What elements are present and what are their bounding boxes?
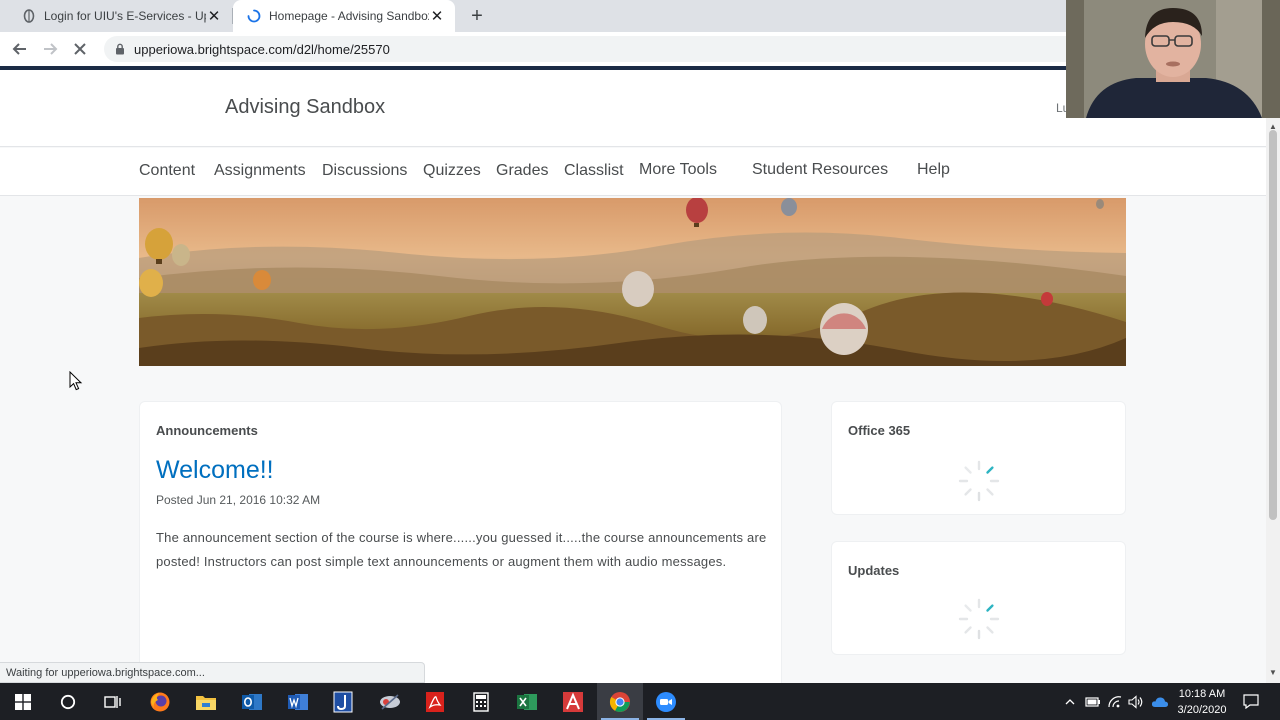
- balloon: [820, 303, 868, 355]
- balloon: [253, 270, 271, 290]
- clock-time: 10:18 AM: [1178, 688, 1226, 700]
- nav-item-grades[interactable]: Grades: [496, 162, 548, 180]
- course-banner-image: [139, 198, 1126, 366]
- balloon: [622, 271, 654, 307]
- loading-spinner-icon: [958, 598, 1000, 640]
- snipping-tool-icon[interactable]: [367, 683, 413, 720]
- lock-icon: [116, 43, 124, 55]
- back-arrow-icon[interactable]: [8, 37, 32, 61]
- forward-arrow-icon[interactable]: [38, 37, 62, 61]
- webcam-overlay-image: [1066, 0, 1280, 118]
- outlook-icon[interactable]: [229, 683, 275, 720]
- balloon: [743, 306, 767, 334]
- page-favicon-icon: [23, 9, 35, 23]
- office365-widget: Office 365: [831, 401, 1126, 515]
- scroll-down-arrow-icon[interactable]: ▼: [1269, 668, 1277, 677]
- cortana-search-icon[interactable]: [45, 683, 91, 720]
- course-title[interactable]: Advising Sandbox: [225, 96, 385, 119]
- wifi-icon[interactable]: [1106, 683, 1124, 720]
- nav-item-student-resources[interactable]: Student Resources: [752, 161, 888, 179]
- show-hidden-icons-chevron-icon[interactable]: [1062, 683, 1078, 720]
- balloon: [781, 198, 797, 216]
- onedrive-cloud-icon[interactable]: [1150, 683, 1170, 720]
- balloon: [139, 269, 163, 297]
- firefox-icon[interactable]: [137, 683, 183, 720]
- close-tab-icon[interactable]: ✕: [206, 8, 222, 25]
- nav-item-classlist[interactable]: Classlist: [564, 162, 624, 180]
- clock-date: 3/20/2020: [1177, 704, 1227, 716]
- loading-spinner-icon: [958, 460, 1000, 502]
- windows-start-icon[interactable]: [0, 683, 46, 720]
- action-center-notification-icon[interactable]: [1239, 683, 1263, 720]
- course-navbar: Content Assignments Discussions Quizzes …: [0, 148, 1266, 196]
- office365-title: Office 365: [848, 423, 911, 438]
- tab-title: Login for UIU's E-Services - Uppe: [44, 9, 206, 23]
- browser-status-bar: Waiting for upperiowa.brightspace.com...: [0, 662, 425, 683]
- balloon: [1096, 199, 1104, 209]
- balloon: [172, 244, 190, 266]
- tab-title: Homepage - Advising Sandbox: [269, 9, 429, 23]
- nav-item-discussions[interactable]: Discussions: [322, 162, 407, 180]
- excel-icon[interactable]: [504, 683, 550, 720]
- file-explorer-icon[interactable]: [183, 683, 229, 720]
- zoom-icon[interactable]: [643, 683, 689, 720]
- nav-item-quizzes[interactable]: Quizzes: [423, 162, 481, 180]
- nav-item-assignments[interactable]: Assignments: [214, 162, 306, 180]
- announcement-body: The announcement section of the course i…: [156, 530, 767, 569]
- system-clock[interactable]: 10:18 AM 3/20/2020: [1172, 686, 1232, 718]
- chrome-icon[interactable]: [597, 683, 643, 720]
- address-bar[interactable]: upperiowa.brightspace.com/d2l/home/25570: [104, 36, 1104, 62]
- mouse-cursor-icon: [69, 371, 83, 391]
- announcements-widget: Announcements Welcome!! Posted Jun 21, 2…: [139, 401, 782, 691]
- announcements-heading: Announcements: [156, 423, 258, 438]
- updates-widget: Updates: [831, 541, 1126, 655]
- loading-spinner-icon: [247, 9, 261, 23]
- announcement-title-link[interactable]: Welcome!!: [156, 456, 274, 485]
- acrobat-icon[interactable]: [412, 683, 458, 720]
- browser-tab-homepage[interactable]: Homepage - Advising Sandbox ✕: [233, 0, 455, 32]
- announcement-posted-date: Posted Jun 21, 2016 10:32 AM: [156, 493, 321, 507]
- volume-icon[interactable]: [1127, 683, 1145, 720]
- nav-item-content[interactable]: Content: [139, 162, 195, 180]
- task-view-icon[interactable]: [90, 683, 136, 720]
- word-icon[interactable]: [275, 683, 321, 720]
- nav-item-help[interactable]: Help: [917, 161, 950, 179]
- page-scrollbar[interactable]: ▲ ▼: [1266, 70, 1280, 683]
- balloon: [1041, 292, 1053, 306]
- close-tab-icon[interactable]: ✕: [429, 8, 445, 25]
- stop-loading-icon[interactable]: [68, 37, 92, 61]
- jaws-icon[interactable]: [320, 683, 366, 720]
- nav-item-more-tools[interactable]: More Tools: [639, 161, 717, 179]
- url-text: upperiowa.brightspace.com/d2l/home/25570: [134, 41, 390, 57]
- access-app-icon[interactable]: [550, 683, 596, 720]
- calculator-icon[interactable]: [458, 683, 504, 720]
- battery-icon[interactable]: [1084, 683, 1102, 720]
- new-tab-button[interactable]: +: [466, 5, 488, 27]
- browser-tab-login[interactable]: Login for UIU's E-Services - Uppe ✕: [8, 0, 233, 32]
- scrollbar-thumb[interactable]: [1269, 130, 1277, 520]
- windows-taskbar: 10:18 AM 3/20/2020: [0, 683, 1280, 720]
- updates-title: Updates: [848, 563, 900, 578]
